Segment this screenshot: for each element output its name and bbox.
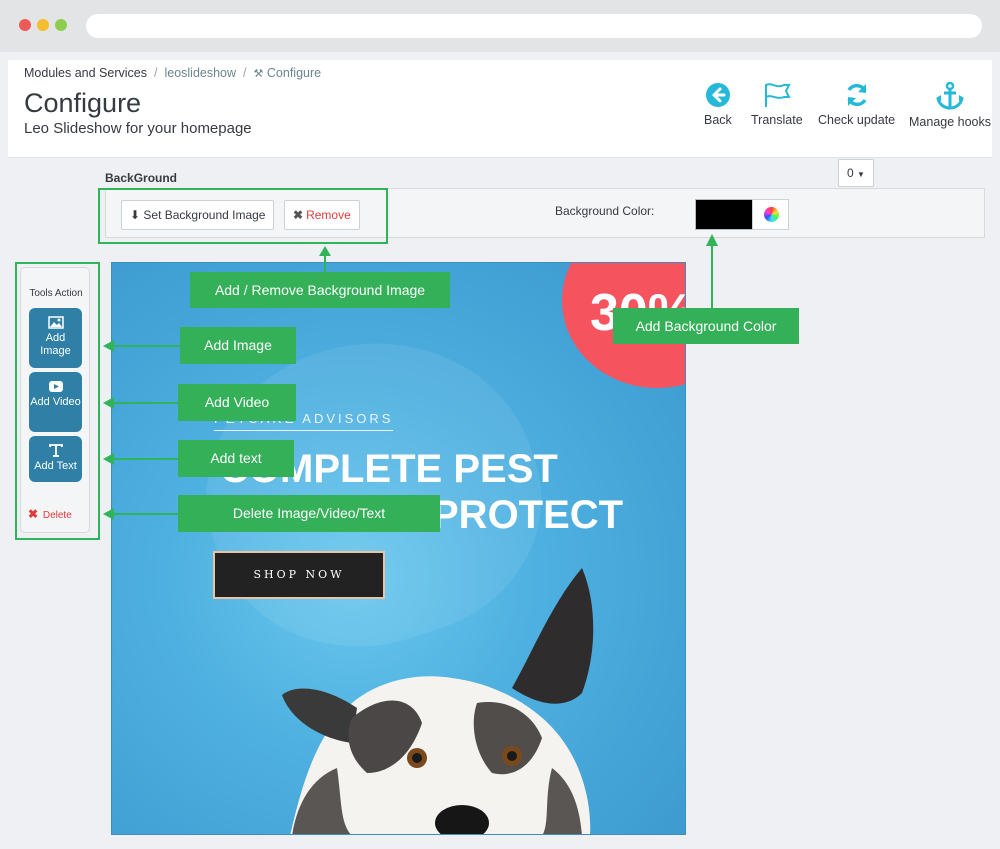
annotation-delete: Delete Image/Video/Text: [178, 495, 440, 532]
annotation-add-image: Add Image: [180, 327, 296, 364]
annotation-arrows: [103, 234, 718, 520]
annotation-bg-color: Add Background Color: [613, 308, 799, 344]
annotation-add-text: Add text: [178, 440, 294, 477]
annotation-add-video: Add Video: [178, 384, 296, 421]
annotation-bg-image: Add / Remove Background Image: [190, 272, 450, 308]
